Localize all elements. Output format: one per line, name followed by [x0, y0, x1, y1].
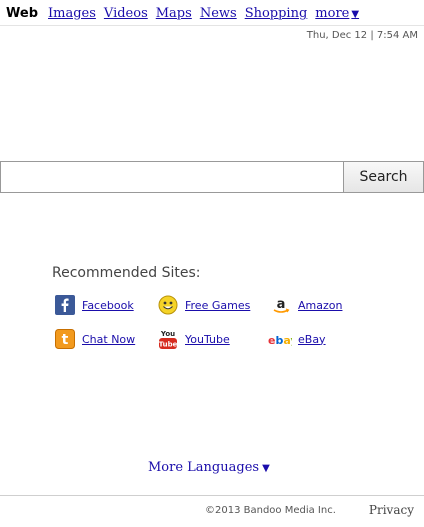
smiley-icon — [157, 294, 179, 316]
nav-shopping[interactable]: Shopping — [245, 6, 308, 21]
nav-images[interactable]: Images — [48, 6, 96, 21]
search-button[interactable]: Search — [343, 161, 424, 193]
nav-maps[interactable]: Maps — [156, 6, 192, 21]
site-chat-now[interactable]: t Chat Now — [54, 327, 135, 351]
copyright-text: ©2013 Bandoo Media Inc. — [205, 505, 336, 516]
svg-text:t: t — [62, 332, 69, 348]
site-label: eBay — [298, 332, 326, 346]
facebook-icon — [54, 294, 76, 316]
chevron-down-icon: ▼ — [351, 9, 360, 20]
site-label: Amazon — [298, 298, 343, 312]
footer-divider — [0, 495, 424, 496]
amazon-icon: a — [270, 294, 292, 316]
svg-text:You: You — [160, 330, 175, 338]
site-label: YouTube — [185, 332, 230, 346]
nav-more[interactable]: more ▼ — [315, 6, 359, 21]
nav-divider — [0, 25, 424, 26]
svg-text:a: a — [277, 297, 286, 312]
chevron-down-icon: ▼ — [262, 463, 270, 474]
site-free-games[interactable]: Free Games — [157, 293, 250, 317]
nav-web[interactable]: Web — [6, 6, 38, 21]
youtube-icon: You Tube — [157, 328, 179, 350]
search-input[interactable] — [0, 161, 344, 193]
privacy-link[interactable]: Privacy — [369, 503, 414, 517]
ebay-icon: ebay — [268, 328, 292, 350]
chat-icon: t — [54, 328, 76, 350]
svg-text:ebay: ebay — [268, 334, 292, 347]
nav-news[interactable]: News — [200, 6, 237, 21]
site-ebay[interactable]: ebay eBay — [268, 327, 326, 351]
top-nav: Web Images Videos Maps News Shopping mor… — [6, 6, 367, 24]
site-youtube[interactable]: You Tube YouTube — [157, 327, 230, 351]
datetime: Thu, Dec 12 | 7:54 AM — [306, 30, 418, 41]
site-label: Facebook — [82, 298, 134, 312]
more-languages-label: More Languages — [148, 460, 260, 475]
site-facebook[interactable]: Facebook — [54, 293, 134, 317]
site-label: Free Games — [185, 298, 251, 312]
more-languages-link[interactable]: More Languages ▼ — [148, 460, 270, 475]
svg-text:Tube: Tube — [159, 341, 178, 349]
site-label: Chat Now — [82, 332, 136, 346]
nav-videos[interactable]: Videos — [104, 6, 148, 21]
recommended-title: Recommended Sites: — [52, 265, 201, 281]
nav-more-label: more — [315, 6, 350, 21]
site-amazon[interactable]: a Amazon — [270, 293, 342, 317]
